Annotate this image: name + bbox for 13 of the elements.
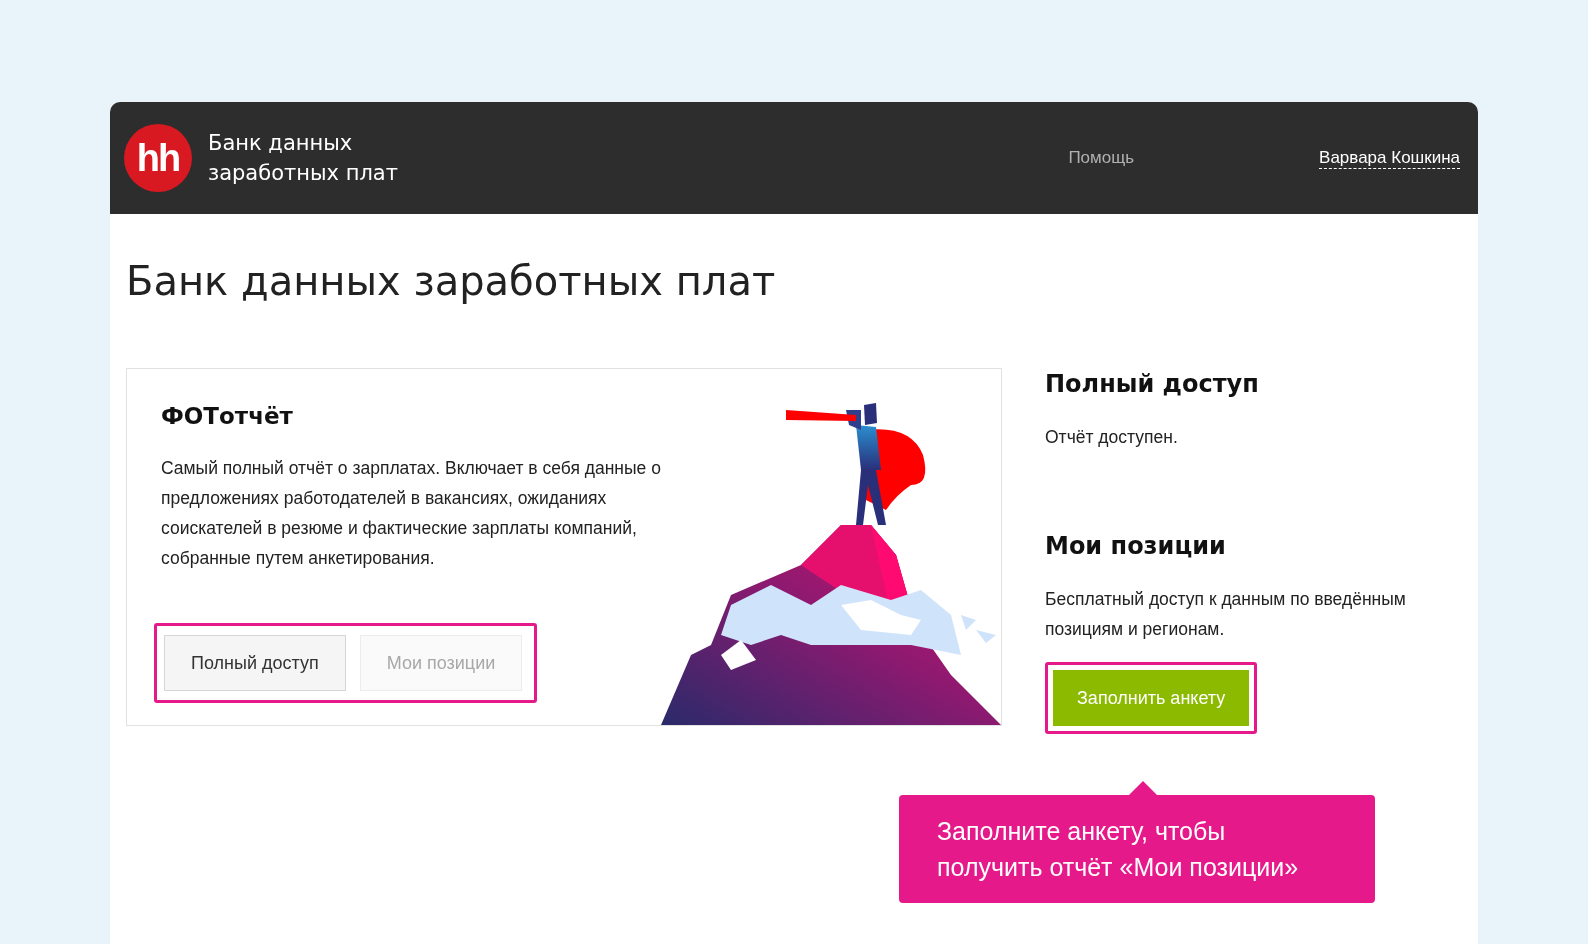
section-text: Отчёт доступен.: [1045, 426, 1179, 449]
report-button[interactable]: Полный доступ: [164, 635, 346, 691]
user-name-link[interactable]: Варвара Кошкина: [1319, 147, 1460, 169]
card-title: ФОТотчёт: [161, 403, 294, 429]
section-title: Мои позиции: [1045, 532, 1227, 560]
section-title: Полный доступ: [1045, 370, 1260, 398]
section-text: Бесплатный доступ к данным по введённым позициям и регионам.: [1045, 588, 1407, 641]
help-link[interactable]: Помощь: [1068, 148, 1135, 168]
logo-icon[interactable]: hh: [124, 124, 192, 192]
card-description: Самый полный отчёт о зарплатах. Включает в себя данные о предложениях работодателей в вакансиях, ожиданиях соискателей в резюме и фактические зарплаты компаний, собранные путем анкетирования.: [161, 457, 662, 570]
tooltip: Заполните анкету, чтобы получить отчёт «Мои позиции»: [899, 795, 1375, 903]
site-title[interactable]: Банк данных заработных плат: [208, 128, 398, 188]
page-title: Банк данных заработных плат: [126, 258, 777, 304]
